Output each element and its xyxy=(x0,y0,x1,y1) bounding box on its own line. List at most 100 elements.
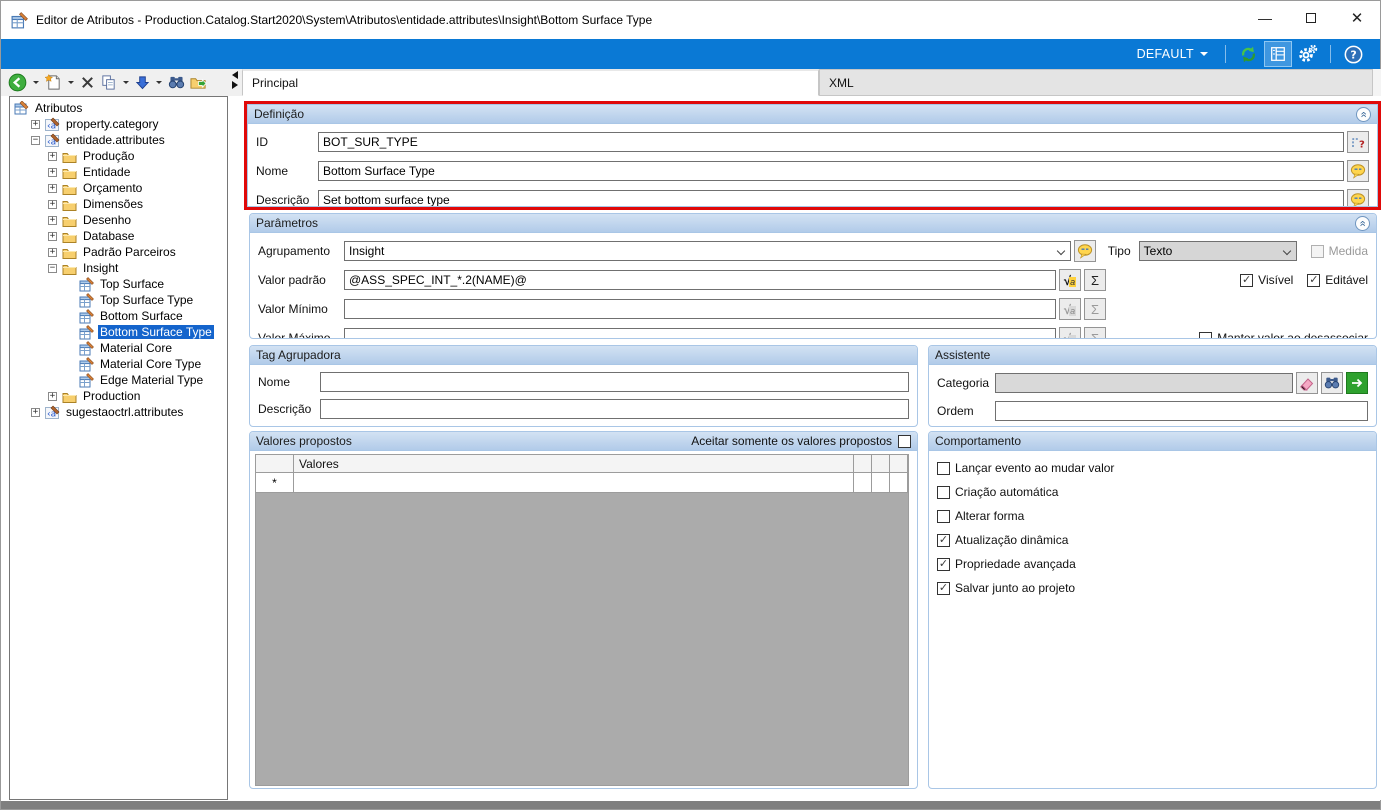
tree-item-entidade-attributes[interactable]: −‹aentidade.attributes xyxy=(10,132,227,148)
valor-padrao-input[interactable] xyxy=(344,270,1056,290)
valor-padrao-formula-button[interactable]: √a xyxy=(1059,269,1081,291)
default-dropdown[interactable]: DEFAULT xyxy=(1127,39,1218,69)
form-view-button[interactable] xyxy=(1265,42,1291,66)
expand-node-icon[interactable]: + xyxy=(48,200,57,209)
translate-descricao-button[interactable] xyxy=(1347,189,1369,207)
copy-button[interactable] xyxy=(99,72,118,94)
back-dropdown-caret[interactable] xyxy=(33,81,39,84)
propriedade-avan-ada-checkbox[interactable] xyxy=(937,558,950,571)
atualiza-o-din-mica-checkbox[interactable] xyxy=(937,534,950,547)
find-categoria-button[interactable] xyxy=(1321,372,1343,394)
expand-node-icon[interactable]: + xyxy=(48,232,57,241)
folder-icon xyxy=(62,213,77,228)
tree-item-sugestaoctrl-attributes[interactable]: +‹asugestaoctrl.attributes xyxy=(10,404,227,420)
valores-grid-new-row: * xyxy=(256,473,908,493)
id-input[interactable] xyxy=(318,132,1344,152)
tab-xml[interactable]: XML xyxy=(819,69,1373,96)
tag-nome-input[interactable] xyxy=(320,372,909,392)
valor-padrao-sum-button[interactable]: Σ xyxy=(1084,269,1106,291)
accept-only-checkbox[interactable] xyxy=(898,435,911,448)
tree-item-produ-o[interactable]: +Produção xyxy=(10,148,227,164)
tree-item-edge-material-type[interactable]: Edge Material Type xyxy=(10,372,227,388)
id-label: ID xyxy=(256,135,318,149)
descricao-input[interactable] xyxy=(318,190,1344,207)
close-button[interactable]: ✕ xyxy=(1334,1,1380,35)
tree-item-or-amento[interactable]: +Orçamento xyxy=(10,180,227,196)
find-button[interactable] xyxy=(167,72,186,94)
export-folder-button[interactable] xyxy=(189,72,208,94)
tree-item-top-surface[interactable]: Top Surface xyxy=(10,276,227,292)
new-item-button[interactable] xyxy=(44,72,63,94)
settings-button[interactable] xyxy=(1295,42,1321,66)
expand-node-icon[interactable]: + xyxy=(48,216,57,225)
tree-item-top-surface-type[interactable]: Top Surface Type xyxy=(10,292,227,308)
tree-item-bottom-surface-type[interactable]: Bottom Surface Type xyxy=(10,324,227,340)
tree-item-production[interactable]: +Production xyxy=(10,388,227,404)
tree-item-database[interactable]: +Database xyxy=(10,228,227,244)
new-dropdown-caret[interactable] xyxy=(68,81,74,84)
collapse-node-icon[interactable]: − xyxy=(48,264,57,273)
tree-item-label: Desenho xyxy=(81,213,133,227)
expand-node-icon[interactable]: + xyxy=(48,248,57,257)
tree-item-padr-o-parceiros[interactable]: +Padrão Parceiros xyxy=(10,244,227,260)
manter-valor-checkbox[interactable] xyxy=(1199,332,1212,340)
tree-item-material-core-type[interactable]: Material Core Type xyxy=(10,356,227,372)
valor-minimo-formula-button[interactable]: √a xyxy=(1059,298,1081,320)
copy-dropdown-caret[interactable] xyxy=(123,81,129,84)
translate-nome-button[interactable] xyxy=(1347,160,1369,182)
expand-node-icon[interactable]: + xyxy=(48,184,57,193)
valor-maximo-formula-button[interactable]: √a xyxy=(1059,327,1081,339)
ribbon-bar: DEFAULT xyxy=(1,39,1380,69)
tree-item-insight[interactable]: −Insight xyxy=(10,260,227,276)
visivel-checkbox[interactable] xyxy=(1240,274,1253,287)
tag-descricao-input[interactable] xyxy=(320,399,909,419)
expand-node-icon[interactable]: + xyxy=(48,152,57,161)
alterar-forma-checkbox[interactable] xyxy=(937,510,950,523)
valor-minimo-input[interactable] xyxy=(344,299,1056,319)
grid-empty-area xyxy=(256,493,908,785)
expand-node-icon[interactable]: + xyxy=(48,392,57,401)
help-button[interactable]: ? xyxy=(1340,42,1366,66)
collapse-node-icon[interactable]: − xyxy=(31,136,40,145)
tipo-combobox[interactable]: Texto xyxy=(1139,241,1297,261)
translate-agrupamento-button[interactable] xyxy=(1074,240,1096,262)
tree-item-material-core[interactable]: Material Core xyxy=(10,340,227,356)
valor-maximo-input[interactable] xyxy=(344,328,1056,339)
collapse-definicao-button[interactable]: « xyxy=(1356,107,1371,122)
tree-item-label: Atributos xyxy=(33,101,84,115)
salvar-junto-ao-projeto-checkbox[interactable] xyxy=(937,582,950,595)
ordem-input[interactable] xyxy=(995,401,1368,421)
lan-ar-evento-ao-mudar-valor-checkbox[interactable] xyxy=(937,462,950,475)
expand-node-icon[interactable]: + xyxy=(48,168,57,177)
nome-input[interactable] xyxy=(318,161,1344,181)
move-down-button[interactable] xyxy=(134,72,151,94)
collapse-left-icon[interactable] xyxy=(232,71,238,79)
medida-checkbox[interactable] xyxy=(1311,245,1324,258)
new-value-cell[interactable] xyxy=(294,473,854,493)
minimize-button[interactable]: — xyxy=(1242,1,1288,35)
tree-item-entidade[interactable]: +Entidade xyxy=(10,164,227,180)
refresh-button[interactable] xyxy=(1235,42,1261,66)
expand-node-icon[interactable]: + xyxy=(31,408,40,417)
expand-node-icon[interactable]: + xyxy=(31,120,40,129)
delete-button[interactable] xyxy=(79,72,96,94)
agrupamento-combobox[interactable]: Insight xyxy=(344,241,1071,261)
tree-item-dimens-es[interactable]: +Dimensões xyxy=(10,196,227,212)
editavel-checkbox[interactable] xyxy=(1307,274,1320,287)
tree-item-property-category[interactable]: +‹aproperty.category xyxy=(10,116,227,132)
tab-principal[interactable]: Principal xyxy=(242,69,819,96)
collapse-parametros-button[interactable]: « xyxy=(1355,216,1370,231)
edit-id-button[interactable]: ? xyxy=(1347,131,1369,153)
back-button[interactable] xyxy=(7,72,28,94)
section-parametros: Parâmetros « Agrupamento Insight Tipo Te… xyxy=(249,213,1377,339)
tree-item-label: Top Surface xyxy=(98,277,166,291)
collapse-right-icon[interactable] xyxy=(232,81,238,89)
go-categoria-button[interactable] xyxy=(1346,372,1368,394)
move-down-dropdown-caret[interactable] xyxy=(156,81,162,84)
maximize-button[interactable] xyxy=(1288,1,1334,35)
tree-item-atributos[interactable]: Atributos xyxy=(10,100,227,116)
tree-item-bottom-surface[interactable]: Bottom Surface xyxy=(10,308,227,324)
cria-o-autom-tica-checkbox[interactable] xyxy=(937,486,950,499)
clear-categoria-button[interactable] xyxy=(1296,372,1318,394)
tree-item-desenho[interactable]: + Desenho xyxy=(10,212,227,228)
